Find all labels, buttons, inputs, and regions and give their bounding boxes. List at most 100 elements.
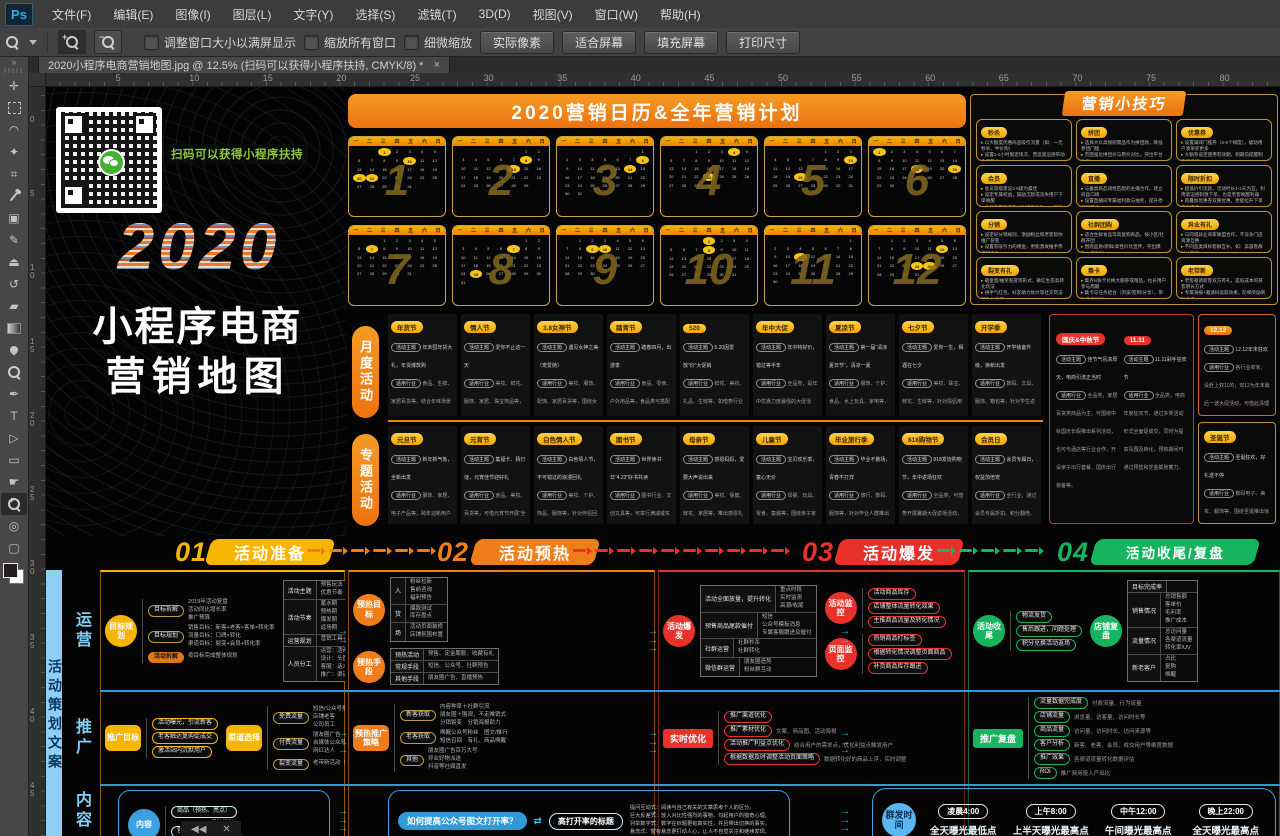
blur-tool[interactable] — [1, 339, 27, 361]
content-node: 内容 — [128, 809, 160, 836]
row-label-运营: 运营 — [62, 572, 100, 690]
industry-tag: 适用行业 — [902, 379, 932, 388]
scrubby-zoom-checkbox[interactable]: 细微缩放 — [404, 34, 472, 51]
flow-cell: 活动爆发活动全面放量，提升转化重点时段实时监测高潮/收尾预售商品尾款催付短信公众… — [658, 572, 965, 690]
zoom-tool[interactable]: + — [1, 493, 27, 515]
lasso-tool[interactable]: ◠ — [1, 119, 27, 141]
flow-arrows-icon: →→→ — [648, 628, 658, 654]
mindmap-node: 预热手段 — [353, 651, 385, 683]
branch-label: 推广素材优化 — [724, 725, 772, 737]
crop-tool[interactable]: ⌗ — [1, 163, 27, 185]
tool-preset-caret-icon[interactable] — [29, 40, 37, 45]
zoom-in-button[interactable]: + — [58, 30, 86, 54]
menu-item-滤镜[interactable]: 滤镜(T) — [406, 0, 467, 28]
dodge-tool[interactable] — [1, 361, 27, 383]
healing-brush-tool[interactable]: ▣ — [1, 207, 27, 229]
stage-number-03: 03 — [802, 537, 834, 568]
send-time-note: 上半天曝光最高点 — [1013, 823, 1089, 836]
branch-label: 商品（预热、亮点） — [171, 806, 237, 818]
history-brush-tool[interactable]: ↺ — [1, 273, 27, 295]
eyedropper-tool[interactable] — [1, 185, 27, 207]
tip-card-裂变有礼: 裂变有礼砸金蛋/抽奖裂变等形式，微信生态高转化玩法拼手气红包、好友助力砍价等社交… — [976, 257, 1072, 299]
marketing-tips-panel: 营销小技巧 秒杀以大额度优惠商品吸引流量（如：一元秒杀、半价购）设置1-2小时限… — [970, 94, 1278, 305]
panel-grip[interactable] — [4, 68, 24, 73]
fit-screen-button[interactable]: 适合屏幕 — [562, 31, 636, 54]
menu-item-帮助[interactable]: 帮助(H) — [649, 0, 712, 28]
mindmap-node: 目标规划 — [105, 615, 137, 647]
menu-item-视图[interactable]: 视图(V) — [522, 0, 584, 28]
flow-cell: 预热推广策略新客获取内容种草＋社群引流朋友圈＋围观，不走推销式分销裂变 分销海报… — [348, 692, 655, 784]
magic-wand-tool[interactable]: ✦ — [1, 141, 27, 163]
document-tab[interactable]: 2020小程序电商营销地图.jpg @ 12.5% (扫码可以获得小程序扶持, … — [38, 56, 450, 73]
menu-item-文字[interactable]: 文字(Y) — [282, 0, 344, 28]
marquee-tool[interactable] — [1, 97, 27, 119]
branch-label: 免费流量 — [273, 712, 309, 724]
print-size-button[interactable]: 打印尺寸 — [726, 31, 800, 54]
menu-item-3D[interactable]: 3D(D) — [468, 0, 522, 28]
tab-close-icon[interactable]: × — [433, 59, 439, 71]
branch-label: 主推商品流量及转化情况 — [868, 616, 946, 628]
theme-tag: 活动主题 — [756, 455, 786, 464]
type-tool[interactable]: T — [1, 405, 27, 427]
screen-mode-button[interactable]: ▢ — [1, 537, 27, 559]
festival-card-3.8女神节: 3.8女神节活动主题 遇见女神之美（宠爱她）适用行业 美妆、服饰、配饰、家居百货… — [534, 314, 603, 416]
menu-item-图像[interactable]: 图像(I) — [164, 0, 221, 28]
chip-close-icon[interactable]: ✕ — [222, 824, 230, 835]
move-tool[interactable]: ✛ — [1, 75, 27, 97]
festival-card-年中大促: 年中大促活动主题 年中特好价，错过等半年适用行业 全品类，是年中优惠力度最强的大… — [753, 314, 822, 416]
zoom-all-windows-checkbox[interactable]: 缩放所有窗口 — [304, 34, 396, 51]
fill-screen-button[interactable]: 填充屏幕 — [644, 31, 718, 54]
eraser-tool[interactable]: ▰ — [1, 295, 27, 317]
gradient-tool[interactable] — [1, 317, 27, 339]
campaign-flow-section: 活动策划文案 运营推广内容 目标规划目标拆解2019年活动复盘活动同比增长率推广… — [45, 570, 1280, 836]
brush-tool[interactable]: ✎ — [1, 229, 27, 251]
flow-cell: 推广目标活动曝光，引流新客老客触达复购促成交激活站内沉默用户渠道选择免费流量短信… — [100, 692, 345, 784]
tip-card-集卡: 集卡集齐N张卡兑换大额券或赠品，拉长用户参与周期集卡与任务结合（浏览/签到/分享… — [1076, 257, 1172, 299]
resize-windows-checkbox[interactable]: 调整窗口大小以满屏显示 — [144, 34, 296, 51]
send-time-frame: 群发时间凌晨4:00全天曝光最低点上午8:00上半天曝光最高点中午12:00午间… — [872, 788, 1276, 836]
festival-card-白色情人节: 白色情人节活动主题 白色情人节，不可错过的浪漫回礼适用行业 美妆、个护、饰品、服… — [534, 426, 603, 524]
theme-tag: 活动主题 — [391, 455, 421, 464]
menu-item-窗口[interactable]: 窗口(W) — [584, 0, 649, 28]
color-swatches[interactable] — [3, 563, 25, 585]
menu-item-图层[interactable]: 图层(L) — [222, 0, 283, 28]
quick-mask-button[interactable]: ◎ — [1, 515, 27, 537]
menu-item-编辑[interactable]: 编辑(E) — [102, 0, 164, 28]
actual-pixels-button[interactable]: 实际像素 — [480, 31, 554, 54]
poster-title-line2: 营销地图 — [55, 344, 340, 402]
horizontal-ruler[interactable]: 5101520253035404550556065707580 — [45, 73, 1280, 87]
pen-tool[interactable]: ✒ — [1, 383, 27, 405]
stage-connector — [937, 549, 1047, 552]
theme-tag: 活动主题 — [537, 455, 567, 464]
menu-item-文件[interactable]: 文件(F) — [41, 0, 102, 28]
branch-label: 其他 — [400, 755, 424, 767]
tip-label: 老带新 — [1181, 265, 1213, 276]
clone-stamp-tool[interactable]: ⏏ — [1, 251, 27, 273]
path-select-tool[interactable]: ▷ — [1, 427, 27, 449]
menu-item-选择[interactable]: 选择(S) — [344, 0, 406, 28]
branch-label: 激活站内沉默用户 — [152, 746, 212, 758]
month-card-5: 一二三四五六日123456789101112131415161718192021… — [764, 136, 862, 217]
stage-banner-03: 活动爆发 — [833, 539, 964, 565]
status-chip[interactable]: ◀◀ ✕ — [180, 820, 242, 836]
zoom-out-button[interactable]: − — [94, 30, 122, 54]
festival-card-元旦节: 元旦节活动主题 新年新气象，全新出发适用行业 服饰、家居、电子产品等，跨年迎新用… — [388, 426, 457, 524]
vertical-ruler[interactable]: 051015202530354045 — [28, 86, 46, 836]
document-canvas[interactable]: 扫码可以获得小程序扶持 2020 小程序电商 营销地图 2020营销日历&全年营… — [45, 86, 1280, 836]
collapse-panel-icon[interactable]: » — [11, 56, 16, 68]
industry-tag: 适用行业 — [610, 379, 640, 388]
tip-card-限时折扣: 限时折扣超低价引流款，活动时长1-2天为宜，利用紧迫感刺激下单，也是老客唤醒利器… — [1176, 165, 1272, 207]
month-card-11: 一二三四五六日123456789101112131415161718192021… — [764, 225, 862, 306]
foreground-color-swatch[interactable] — [3, 563, 18, 578]
festival-name: 七夕节 — [902, 321, 934, 333]
theme-tag: 活动主题 — [756, 343, 786, 352]
theme-tag: 活动主题 — [975, 455, 1005, 464]
branch-label: 推广效果 — [1034, 753, 1070, 765]
hand-tool[interactable]: ☛ — [1, 471, 27, 493]
mindmap-node: 预热推广策略 — [353, 725, 389, 751]
festival-card-会员日: 会员日活动主题 会员专属日，权益加倍宠适用行业 全行业，通过会员专属折扣、积分翻… — [972, 426, 1041, 524]
ruler-mark: 5 — [116, 73, 121, 83]
shape-tool[interactable]: ▭ — [1, 449, 27, 471]
send-time-note: 全天曝光最高点 — [1192, 823, 1259, 836]
collapse-arrows-icon[interactable]: ◀◀ — [191, 824, 206, 835]
